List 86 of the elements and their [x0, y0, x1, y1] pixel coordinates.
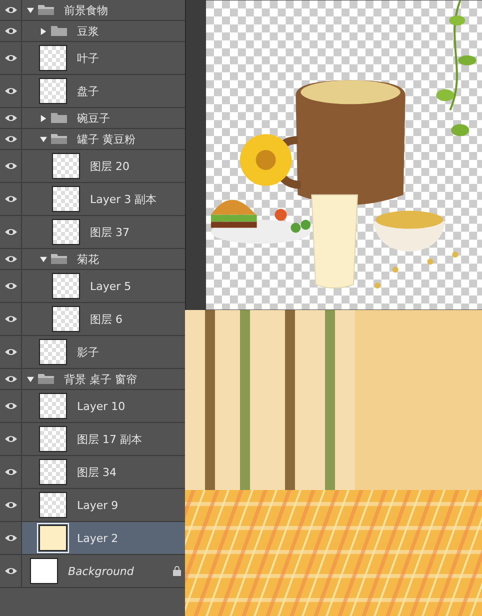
folder-icon	[51, 134, 67, 144]
eye-icon[interactable]	[4, 255, 16, 263]
layer-name: 菊花	[77, 252, 99, 266]
expand-triangle-icon[interactable]	[27, 376, 34, 382]
eye-icon[interactable]	[4, 282, 16, 290]
layer-thumbnail	[39, 78, 67, 104]
layer-thumbnail	[52, 273, 80, 299]
folder-icon	[51, 26, 67, 36]
layer-name: 图层 17 副本	[77, 432, 142, 446]
layer-thumbnail	[52, 153, 80, 179]
layer-name: 盘子	[77, 84, 99, 98]
folder-icon	[38, 374, 54, 384]
eye-icon[interactable]	[4, 135, 16, 143]
eye-icon[interactable]	[4, 162, 16, 170]
eye-icon[interactable]	[4, 567, 16, 575]
layer-thumbnail	[52, 186, 80, 212]
layer-thumbnail	[39, 426, 67, 452]
layer-name: Background	[68, 564, 134, 578]
layer-group-row[interactable]: 背景 桌子 窗帘	[0, 369, 185, 390]
layer-name: 影子	[77, 344, 99, 360]
layer-name: Layer 5	[90, 280, 132, 292]
layer-thumbnail	[39, 459, 67, 485]
layer-name: 罐子 黄豆粉	[77, 132, 136, 146]
folder-icon	[51, 113, 67, 123]
layer-row[interactable]: Layer 10	[0, 390, 185, 423]
collapse-triangle-icon[interactable]	[40, 28, 47, 34]
eye-icon[interactable]	[4, 435, 16, 443]
layer-row[interactable]: Layer 3 副本	[0, 183, 185, 216]
layer-thumbnail	[39, 339, 67, 365]
layer-name: Layer 2	[77, 532, 118, 544]
eye-icon[interactable]	[4, 6, 16, 14]
layer-name: 前景食物	[64, 2, 108, 18]
layer-thumbnail	[52, 306, 80, 332]
eye-icon[interactable]	[4, 27, 16, 35]
layer-row[interactable]: 叶子	[0, 42, 185, 75]
layer-row[interactable]: 图层 17 副本	[0, 423, 185, 456]
layer-thumbnail	[39, 45, 67, 71]
layer-thumbnail	[39, 492, 67, 518]
eye-icon[interactable]	[4, 534, 16, 542]
layer-name: 图层 20	[90, 158, 130, 174]
scrollbar-track[interactable]	[185, 0, 206, 310]
eye-icon[interactable]	[4, 468, 16, 476]
eye-icon[interactable]	[4, 195, 16, 203]
layer-thumbnail	[30, 558, 58, 584]
eye-icon[interactable]	[4, 348, 16, 356]
collapse-triangle-icon[interactable]	[40, 114, 47, 122]
layer-thumbnail	[39, 393, 67, 419]
eye-icon[interactable]	[4, 501, 16, 509]
eye-icon[interactable]	[4, 315, 16, 323]
layer-group-row[interactable]: 罐子 黄豆粉	[0, 129, 185, 150]
folder-icon	[51, 254, 67, 264]
layer-row[interactable]: 图层 20	[0, 150, 185, 183]
layer-row[interactable]: 盘子	[0, 75, 185, 108]
layer-name: 背景 桌子 窗帘	[64, 372, 137, 386]
layer-row[interactable]: 图层 6	[0, 303, 185, 336]
expand-triangle-icon[interactable]	[40, 256, 47, 262]
layer-thumbnail	[52, 219, 80, 245]
expand-triangle-icon[interactable]	[27, 6, 34, 14]
layer-row[interactable]: Layer 5	[0, 270, 185, 303]
layer-name: 图层 34	[77, 464, 116, 480]
layer-name: 豆浆	[77, 24, 99, 38]
layer-row[interactable]: Background	[0, 555, 185, 588]
eye-icon[interactable]	[4, 402, 16, 410]
folder-icon	[38, 5, 54, 15]
eye-icon[interactable]	[4, 54, 16, 62]
layer-name: Layer 10	[77, 400, 126, 412]
expand-triangle-icon[interactable]	[40, 136, 47, 142]
layer-group-row[interactable]: 前景食物	[0, 0, 185, 21]
layer-row[interactable]: 影子	[0, 336, 185, 369]
eye-icon[interactable]	[4, 375, 16, 383]
eye-icon[interactable]	[4, 228, 16, 236]
layer-name: Layer 3 副本	[90, 192, 157, 206]
layer-row[interactable]: 图层 37	[0, 216, 185, 249]
layer-name: 碗豆子	[77, 110, 110, 126]
layer-name: 图层 37	[90, 224, 130, 240]
layer-name: 图层 6	[90, 312, 122, 326]
layer-row[interactable]: 图层 34	[0, 456, 185, 489]
layer-name: 叶子	[77, 50, 99, 66]
layer-group-row[interactable]: 豆浆	[0, 21, 185, 42]
layer-name: Layer 9	[77, 498, 118, 512]
eye-icon[interactable]	[4, 114, 16, 122]
layer-group-row[interactable]: 碗豆子	[0, 108, 185, 129]
eye-icon[interactable]	[4, 87, 16, 95]
layer-thumbnail	[39, 525, 67, 551]
layer-group-row[interactable]: 菊花	[0, 249, 185, 270]
layer-row[interactable]: Layer 2	[0, 522, 185, 555]
